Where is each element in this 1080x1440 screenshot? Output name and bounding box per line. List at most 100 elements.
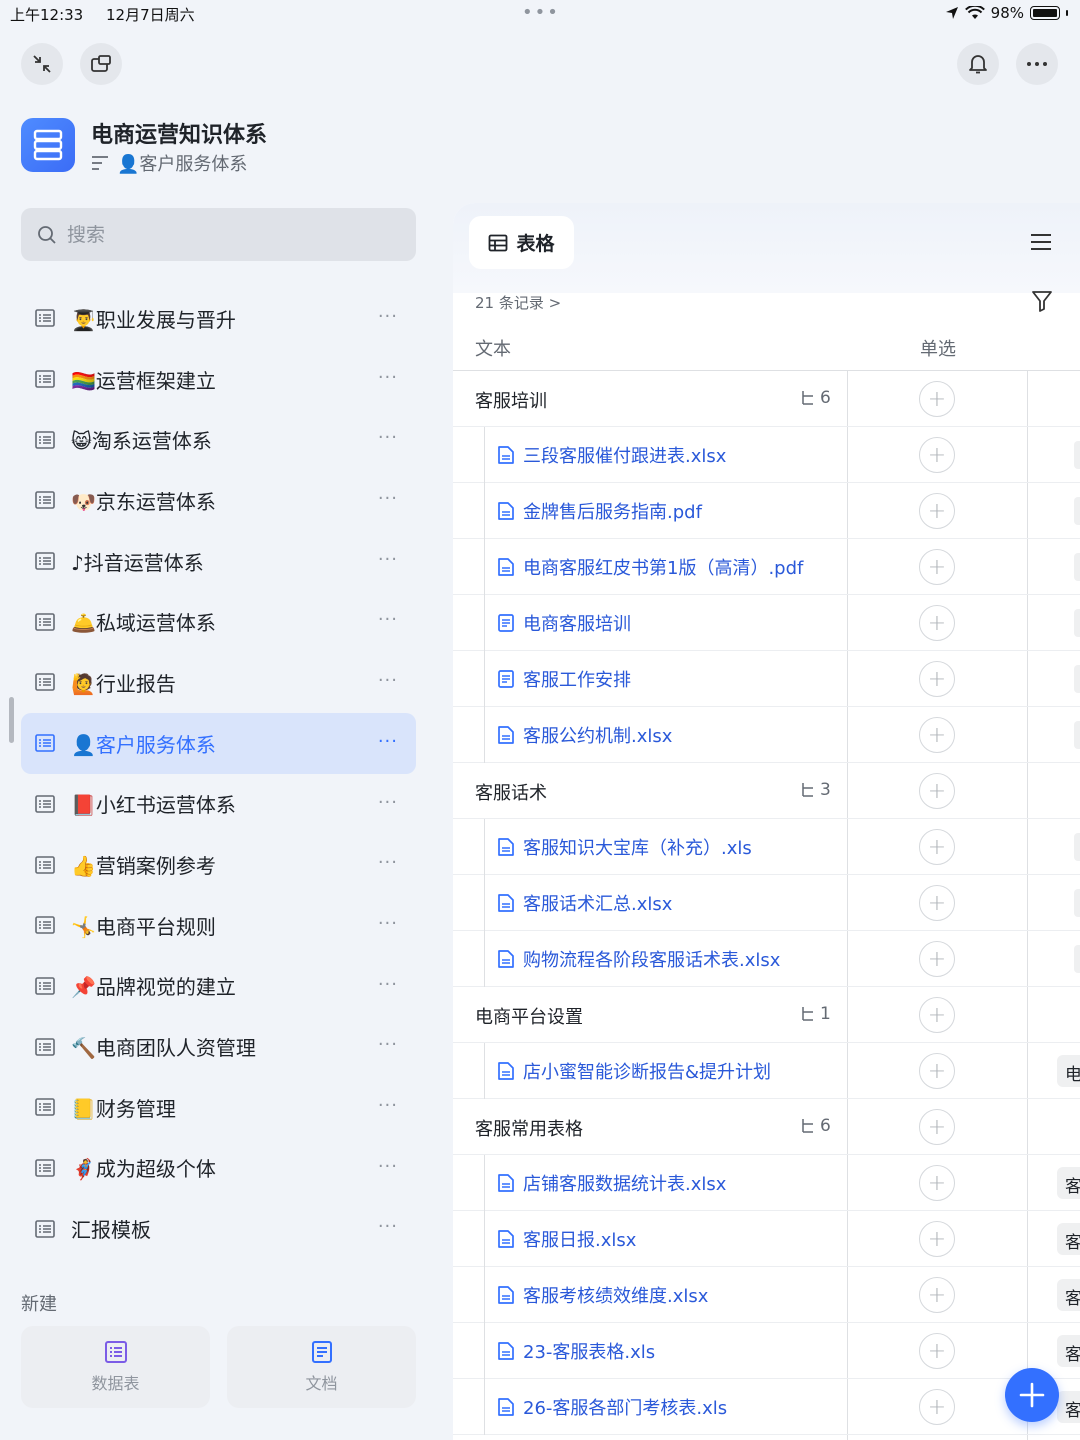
select-tag[interactable]: 客 — [1057, 1335, 1080, 1367]
column-header-text[interactable]: 文本 — [475, 335, 511, 361]
child-record[interactable]: 客服考核绩效维度.xlsx — [497, 1282, 708, 1308]
select-tag[interactable]: 客 — [1057, 1167, 1080, 1199]
more-options-icon[interactable]: ··· — [378, 488, 398, 509]
table-row[interactable]: 金牌售后服务指南.pdf + — [453, 483, 1080, 539]
table-row[interactable]: 店小蜜智能诊断报告&提升计划 电 + — [453, 1043, 1080, 1099]
add-option-button[interactable]: + — [919, 1109, 955, 1145]
search-bar[interactable] — [21, 208, 416, 261]
more-options-icon[interactable]: ··· — [378, 367, 398, 388]
more-options-icon[interactable]: ··· — [378, 549, 398, 570]
more-options-icon[interactable]: ··· — [378, 792, 398, 813]
table-row[interactable]: 23-客服表格.xls 客 + — [453, 1323, 1080, 1379]
next-cell[interactable] — [1074, 833, 1080, 861]
child-record[interactable]: 店铺客服数据统计表.xlsx — [497, 1170, 726, 1196]
more-icon[interactable] — [1016, 43, 1058, 85]
add-option-button[interactable]: + — [919, 381, 955, 417]
table-row[interactable]: 电商平台设置 1 + — [453, 987, 1080, 1043]
sidebar-item[interactable]: 🏳️‍🌈运营框架建立 ··· — [21, 349, 416, 410]
child-record[interactable]: 客服工作安排 — [497, 666, 631, 692]
next-cell[interactable] — [1074, 945, 1080, 973]
sidebar-item[interactable]: 📌品牌视觉的建立 ··· — [21, 956, 416, 1017]
more-options-icon[interactable]: ··· — [378, 974, 398, 995]
more-options-icon[interactable]: ··· — [378, 1095, 398, 1116]
table-row[interactable]: 客服知识大宝库（补充）.xls + — [453, 819, 1080, 875]
child-record[interactable]: 购物流程各阶段客服话术表.xlsx — [497, 946, 780, 972]
more-options-icon[interactable]: ··· — [378, 1216, 398, 1237]
next-cell[interactable] — [1074, 889, 1080, 917]
sidebar-item[interactable]: 🦸成为超级个体 ··· — [21, 1138, 416, 1199]
table-row[interactable]: 购物流程各阶段客服话术表.xlsx + — [453, 931, 1080, 987]
more-options-icon[interactable]: ··· — [378, 913, 398, 934]
select-tag[interactable]: 客 — [1057, 1279, 1080, 1311]
child-record[interactable]: 客服公约机制.xlsx — [497, 722, 672, 748]
add-option-button[interactable]: + — [919, 493, 955, 529]
more-options-icon[interactable]: ··· — [378, 670, 398, 691]
table-row[interactable]: 电商客服培训 + — [453, 595, 1080, 651]
menu-icon[interactable] — [1030, 233, 1052, 251]
search-input[interactable] — [67, 223, 387, 246]
add-option-button[interactable]: + — [919, 773, 955, 809]
add-option-button[interactable]: + — [919, 717, 955, 753]
next-cell[interactable] — [1074, 553, 1080, 581]
child-record[interactable]: 金牌售后服务指南.pdf — [497, 498, 702, 524]
select-tag[interactable]: 客 — [1057, 1223, 1080, 1255]
add-option-button[interactable]: + — [919, 1277, 955, 1313]
child-record[interactable]: 三段客服催付跟进表.xlsx — [497, 442, 726, 468]
record-count[interactable]: 21 条记录 > — [475, 292, 561, 313]
child-record[interactable]: 26-客服各部门考核表.xls — [497, 1394, 727, 1420]
add-option-button[interactable]: + — [919, 829, 955, 865]
add-option-button[interactable]: + — [919, 1053, 955, 1089]
more-options-icon[interactable]: ··· — [378, 427, 398, 448]
sidebar-item[interactable]: 🤸电商平台规则 ··· — [21, 895, 416, 956]
add-option-button[interactable]: + — [919, 1333, 955, 1369]
next-cell[interactable] — [1074, 609, 1080, 637]
table-row[interactable]: 客服日报.xlsx 客 + — [453, 1211, 1080, 1267]
add-option-button[interactable]: + — [919, 1221, 955, 1257]
sidebar-item[interactable]: 👨‍🎓职业发展与晋升 ··· — [21, 288, 416, 349]
table-row[interactable]: 三段客服催付跟进表.xlsx + — [453, 427, 1080, 483]
table-row[interactable]: 电商客服红皮书第1版（高清）.pdf + — [453, 539, 1080, 595]
next-cell[interactable] — [1074, 497, 1080, 525]
create-datasheet-button[interactable]: 数据表 — [21, 1326, 210, 1408]
table-row[interactable]: 客服话术 3 + — [453, 763, 1080, 819]
select-tag[interactable]: 客 — [1057, 1391, 1080, 1423]
sidebar-item[interactable]: 汇报模板 ··· — [21, 1198, 416, 1259]
more-options-icon[interactable]: ··· — [378, 306, 398, 327]
table-row[interactable]: 客服工作安排 + — [453, 651, 1080, 707]
add-option-button[interactable]: + — [919, 437, 955, 473]
child-record[interactable]: 电商客服培训 — [497, 610, 631, 636]
table-row[interactable]: 客服公约机制.xlsx + — [453, 707, 1080, 763]
sidebar-item[interactable]: 👍营销案例参考 ··· — [21, 834, 416, 895]
child-record[interactable]: 客服知识大宝库（补充）.xls — [497, 834, 752, 860]
breadcrumb[interactable]: 👤客户服务体系 — [91, 150, 247, 176]
sidebar-item[interactable]: 😸淘系运营体系 ··· — [21, 409, 416, 470]
child-record[interactable]: 23-客服表格.xls — [497, 1338, 655, 1364]
collapse-icon[interactable] — [21, 43, 63, 85]
sidebar-item[interactable]: ♪抖音运营体系 ··· — [21, 531, 416, 592]
add-option-button[interactable]: + — [919, 997, 955, 1033]
add-option-button[interactable]: + — [919, 885, 955, 921]
table-row[interactable]: 店铺客服数据统计表.xlsx 客 + — [453, 1155, 1080, 1211]
create-doc-button[interactable]: 文档 — [227, 1326, 416, 1408]
tab-table[interactable]: 表格 — [469, 216, 574, 269]
sidebar-item[interactable]: 📕小红书运营体系 ··· — [21, 774, 416, 835]
table-row[interactable]: 客服话术汇总.xlsx + — [453, 875, 1080, 931]
add-option-button[interactable]: + — [919, 661, 955, 697]
bell-icon[interactable] — [957, 43, 999, 85]
sidebar-item[interactable]: 🐶京东运营体系 ··· — [21, 470, 416, 531]
child-record[interactable]: 电商客服红皮书第1版（高清）.pdf — [497, 554, 803, 580]
table-row[interactable]: 客服常用表格 6 + — [453, 1099, 1080, 1155]
add-option-button[interactable]: + — [919, 1389, 955, 1425]
window-icon[interactable] — [80, 43, 122, 85]
child-record[interactable]: 客服日报.xlsx — [497, 1226, 636, 1252]
next-cell[interactable] — [1074, 441, 1080, 469]
more-options-icon[interactable]: ··· — [378, 731, 398, 752]
sidebar-item[interactable]: 🛎️私域运营体系 ··· — [21, 591, 416, 652]
add-record-button[interactable] — [1005, 1368, 1059, 1422]
sidebar-item[interactable]: 👤客户服务体系 ··· — [21, 712, 416, 774]
add-option-button[interactable]: + — [919, 941, 955, 977]
sidebar-item[interactable]: 📒财务管理 ··· — [21, 1077, 416, 1138]
column-header-single-select[interactable]: 单选 — [920, 335, 956, 361]
next-cell[interactable] — [1074, 721, 1080, 749]
select-tag[interactable]: 电 — [1057, 1055, 1080, 1087]
